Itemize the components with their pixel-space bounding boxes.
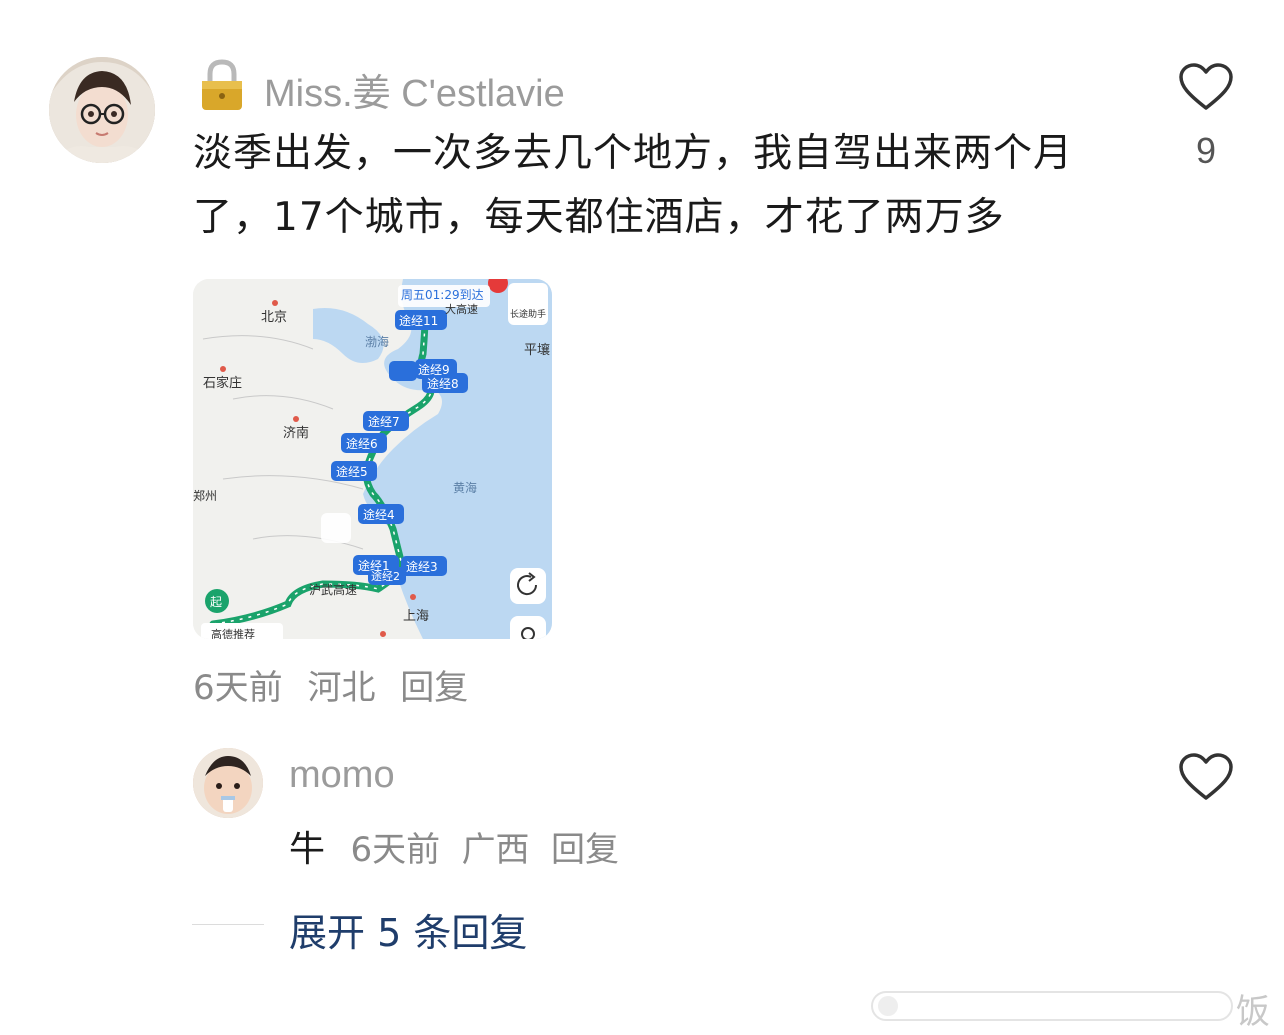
lock-icon (199, 58, 245, 112)
waypoint-6: 途经6 (346, 437, 378, 451)
comment-text-line-1: 淡季出发，一次多去几个地方，我自驾出来两个月 (193, 131, 1074, 176)
comment-meta: 6天前 河北 回复 (193, 660, 482, 709)
watermark-text: 饭 (1236, 992, 1270, 1032)
reply-location: 广西 (461, 830, 530, 870)
comment-location: 河北 (307, 668, 376, 708)
reply-time: 6天前 (350, 830, 441, 870)
map-sea-huanghai: 黄海 (453, 481, 478, 495)
reply-reply-button[interactable]: 回复 (551, 830, 619, 870)
expand-replies-button[interactable]: 展开 5 条回复 (289, 902, 527, 957)
map-city-beijing: 北京 (261, 310, 288, 325)
map-start-label: 起 (210, 595, 223, 609)
heart-outline-icon[interactable] (1178, 752, 1234, 802)
reply-text: 牛 (289, 829, 326, 870)
waypoint-8: 途经8 (427, 377, 459, 391)
reply-button[interactable]: 回复 (400, 668, 468, 708)
map-city-shanghai: 上海 (403, 609, 430, 624)
waypoint-11: 途经11 (399, 314, 439, 328)
comment-text-line-2: 了，17个城市，每天都住酒店，才花了两万多 (193, 195, 1005, 240)
comment-username[interactable]: Miss.姜 C'estlavie (264, 62, 565, 117)
waypoint-1: 途经1 (358, 559, 390, 573)
watermark-input-shape (870, 988, 1270, 1024)
map-recommend-label[interactable]: 高德推荐 (211, 626, 255, 639)
map-city-jinan: 济南 (283, 426, 310, 441)
comment-time: 6天前 (193, 668, 283, 708)
waypoint-5: 途经5 (336, 465, 368, 479)
waypoint-7: 途经7 (368, 415, 400, 429)
map-city-pyongyang: 平壤 (524, 343, 551, 358)
reply-username[interactable]: momo (289, 754, 395, 797)
map-highway-north-label: 大高速 (445, 303, 478, 316)
heart-outline-icon[interactable] (1178, 62, 1234, 112)
map-city-shijiazhuang: 石家庄 (203, 376, 243, 391)
map-city-zhengzhou: 郑州 (193, 489, 218, 503)
reply-avatar[interactable] (193, 748, 263, 818)
map-sea-bohai: 渤海 (365, 335, 390, 349)
comment-text: 淡季出发，一次多去几个地方，我自驾出来两个月 了，17个城市，每天都住酒店，才花… (193, 122, 1153, 250)
map-helper-label[interactable]: 长途助手 (510, 307, 546, 320)
avatar[interactable] (49, 57, 155, 163)
map-highway-label: 沪武高速 (309, 583, 358, 597)
like-count: 9 (1195, 130, 1217, 171)
route-map-image[interactable]: 周五01:29到达 长途助手 北京 石家庄 济南 郑州 上海 平壤 渤海 黄海 … (193, 279, 552, 639)
reply-content-row: 牛 6天前 广西 回复 (289, 820, 629, 872)
divider (192, 924, 264, 925)
waypoint-3: 途经3 (406, 560, 438, 574)
waypoint-4: 途经4 (363, 508, 395, 522)
